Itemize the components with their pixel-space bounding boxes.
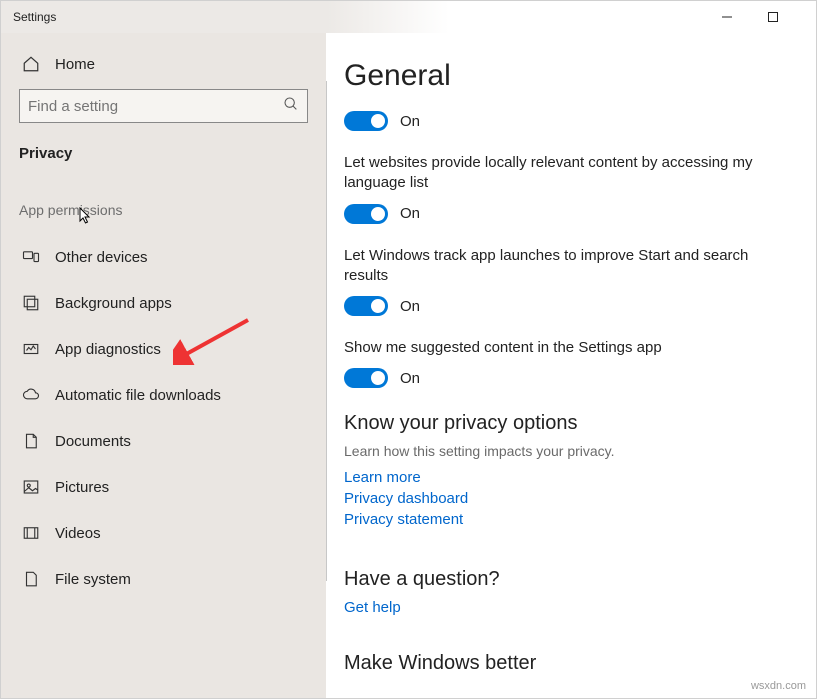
sidebar-item-label: File system [55, 571, 131, 588]
sidebar-item-videos[interactable]: Videos [19, 510, 308, 556]
make-better-heading: Make Windows better [344, 652, 786, 675]
file-icon [21, 570, 41, 588]
cloud-icon [21, 386, 41, 404]
page-heading: General [344, 59, 786, 93]
sidebar-item-pictures[interactable]: Pictures [19, 464, 308, 510]
window-title: Settings [13, 10, 56, 24]
toggle-state: On [400, 298, 420, 315]
watermark: wsxdn.com [751, 680, 806, 692]
privacy-options-sub: Learn how this setting impacts your priv… [344, 443, 786, 459]
toggle-state: On [400, 113, 420, 130]
setting-desc: Let websites provide locally relevant co… [344, 153, 774, 194]
scroll-indicator [326, 81, 327, 581]
toggle-state: On [400, 205, 420, 222]
toggle-language-list[interactable] [344, 204, 388, 224]
sidebar-item-label: Background apps [55, 295, 172, 312]
toggle-track-launches[interactable] [344, 296, 388, 316]
toggle-suggested-content[interactable] [344, 368, 388, 388]
sidebar: Home Privacy App permissions Other devi [1, 33, 326, 698]
videos-icon [21, 524, 41, 542]
link-privacy-statement[interactable]: Privacy statement [344, 511, 786, 528]
sidebar-item-label: Videos [55, 525, 101, 542]
sidebar-item-label: Other devices [55, 249, 148, 266]
search-input[interactable] [28, 98, 283, 115]
sidebar-item-other-devices[interactable]: Other devices [19, 234, 308, 280]
minimize-button[interactable] [704, 1, 750, 33]
document-icon [21, 432, 41, 450]
content-pane: General On Let websites provide locally … [326, 33, 816, 698]
sidebar-item-label: Automatic file downloads [55, 387, 221, 404]
sidebar-item-label: Documents [55, 433, 131, 450]
home-label: Home [55, 56, 95, 73]
link-privacy-dashboard[interactable]: Privacy dashboard [344, 490, 786, 507]
home-nav[interactable]: Home [21, 55, 308, 73]
titlebar-spacer [796, 1, 816, 33]
diagnostics-icon [21, 340, 41, 358]
section-title: Privacy [19, 145, 308, 162]
sidebar-item-file-system[interactable]: File system [19, 556, 308, 602]
link-learn-more[interactable]: Learn more [344, 469, 786, 486]
home-icon [21, 55, 41, 73]
sidebar-item-background-apps[interactable]: Background apps [19, 280, 308, 326]
sidebar-item-app-diagnostics[interactable]: App diagnostics [19, 326, 308, 372]
maximize-button[interactable] [750, 1, 796, 33]
link-get-help[interactable]: Get help [344, 599, 786, 616]
nav-list: Other devices Background apps App diagno… [19, 234, 308, 602]
devices-icon [21, 248, 41, 266]
privacy-options-heading: Know your privacy options [344, 412, 786, 435]
sidebar-item-label: App diagnostics [55, 341, 161, 358]
setting-desc: Let Windows track app launches to improv… [344, 246, 774, 287]
sidebar-item-auto-downloads[interactable]: Automatic file downloads [19, 372, 308, 418]
sidebar-item-documents[interactable]: Documents [19, 418, 308, 464]
titlebar: Settings [1, 1, 816, 33]
toggle-state: On [400, 370, 420, 387]
sidebar-item-label: Pictures [55, 479, 109, 496]
question-heading: Have a question? [344, 568, 786, 591]
search-icon [283, 96, 299, 117]
group-label: App permissions [19, 202, 308, 218]
background-apps-icon [21, 294, 41, 312]
search-box[interactable] [19, 89, 308, 123]
pictures-icon [21, 478, 41, 496]
toggle-general[interactable] [344, 111, 388, 131]
setting-desc: Show me suggested content in the Setting… [344, 338, 774, 358]
